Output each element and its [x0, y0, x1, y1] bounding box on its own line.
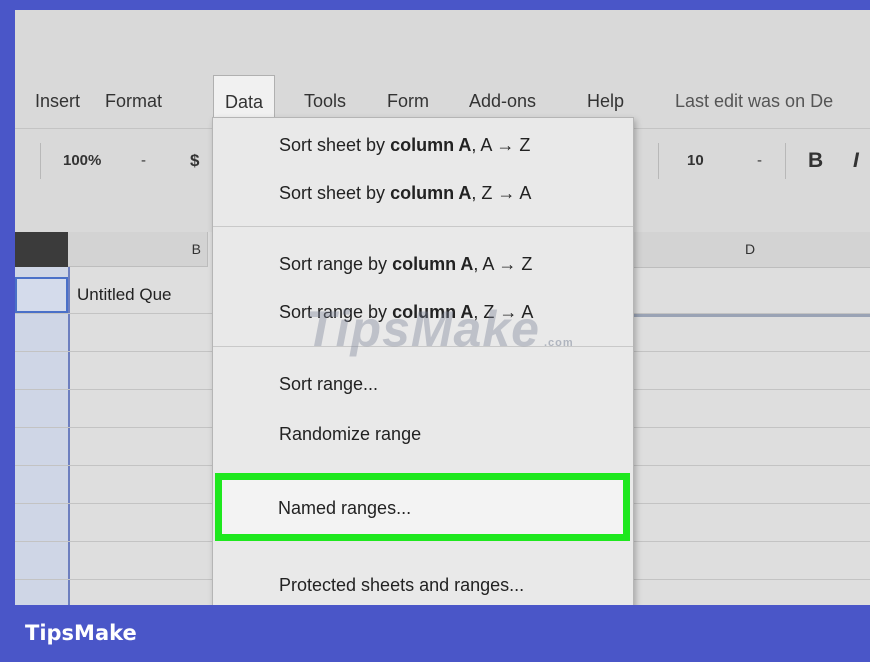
column-header-b[interactable]: B: [68, 232, 208, 267]
randomize-range-item[interactable]: Randomize range: [213, 410, 633, 458]
toolbar-divider: [785, 143, 786, 179]
toolbar-divider: [658, 143, 659, 179]
green-highlight-box: [215, 473, 630, 541]
cell-b1[interactable]: Untitled Que: [77, 277, 172, 313]
menu-separator: [213, 226, 633, 227]
zoom-select[interactable]: 100%: [63, 129, 101, 193]
selection-border: [630, 314, 870, 317]
brand-name: TipsMake: [25, 621, 137, 645]
toolbar-divider: [40, 143, 41, 179]
italic-button[interactable]: I: [853, 129, 859, 193]
font-size-caret-icon[interactable]: -: [757, 129, 762, 193]
select-all-corner[interactable]: [15, 232, 68, 267]
selected-row-header[interactable]: [15, 277, 68, 313]
watermark: TipsMake .com: [305, 301, 574, 357]
app-frame: Insert Format Data Tools Form Add-ons He…: [15, 10, 870, 605]
branding-bar: TipsMake: [0, 605, 870, 662]
sort-sheet-a-z[interactable]: Sort sheet by column A, A → Z: [213, 121, 633, 169]
menu-format[interactable]: Format: [105, 75, 162, 127]
column-header-d[interactable]: D: [630, 232, 870, 268]
last-edit-link[interactable]: Last edit was on De: [675, 75, 833, 127]
menu-insert[interactable]: Insert: [35, 75, 80, 127]
zoom-caret-icon[interactable]: -: [141, 129, 146, 193]
sort-range-item[interactable]: Sort range...: [213, 360, 633, 408]
row-headers[interactable]: [15, 267, 70, 605]
sort-sheet-z-a[interactable]: Sort sheet by column A, Z → A: [213, 169, 633, 217]
sort-range-a-z[interactable]: Sort range by column A, A → Z: [213, 240, 633, 288]
protected-sheets-item[interactable]: Protected sheets and ranges...: [213, 561, 633, 605]
bold-button[interactable]: B: [808, 129, 823, 193]
currency-format-button[interactable]: $: [190, 129, 199, 193]
font-size-select[interactable]: 10: [687, 129, 704, 193]
